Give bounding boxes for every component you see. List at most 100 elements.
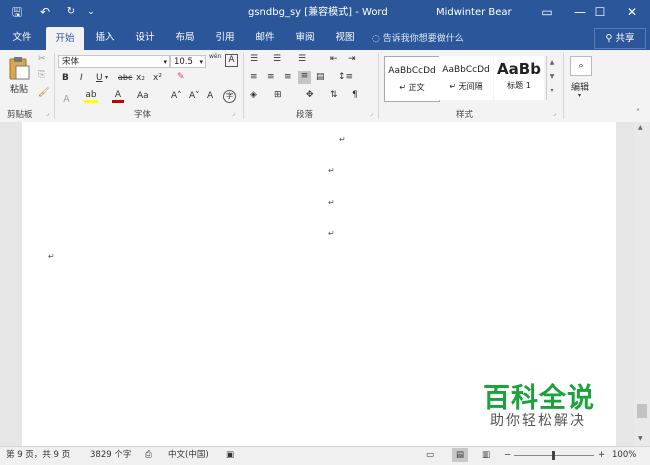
dialog-launcher-icon[interactable]: ⌟	[370, 110, 373, 117]
vertical-scrollbar[interactable]: ▲ ▼	[634, 122, 650, 446]
chevron-down-icon[interactable]: ▾	[163, 56, 167, 69]
tab-file[interactable]: 文件	[5, 25, 39, 50]
paste-button[interactable]	[8, 56, 30, 80]
style-normal[interactable]: AaBbCcDd ↵ 正文	[384, 56, 440, 102]
zoom-slider[interactable]	[514, 451, 594, 460]
multilevel-list-icon[interactable]: ☰	[298, 54, 306, 64]
highlight-button[interactable]: ab	[84, 90, 98, 103]
strikethrough-button[interactable]: abc	[118, 73, 132, 82]
shading-icon[interactable]: ◈	[250, 90, 257, 100]
user-name[interactable]: Midwinter Bear	[436, 0, 512, 25]
distributed-icon[interactable]: ▤	[316, 72, 325, 82]
proofing-icon[interactable]: ⎙	[145, 447, 152, 464]
tab-review[interactable]: 审阅	[288, 25, 322, 50]
line-spacing-icon[interactable]: ↕≡	[338, 72, 353, 82]
tab-home[interactable]: 开始	[46, 27, 84, 50]
grow-font-button[interactable]: A˄	[171, 91, 182, 101]
tab-references[interactable]: 引用	[208, 25, 242, 50]
language-indicator[interactable]: 中文(中国)	[168, 447, 209, 464]
collapse-ribbon-icon[interactable]: ˄	[636, 108, 640, 117]
show-hide-marks-icon[interactable]: ¶	[352, 90, 358, 100]
text-effects-icon[interactable]: Ａ	[62, 92, 71, 105]
zoom-level[interactable]: 100%	[612, 447, 636, 464]
copy-icon[interactable]: ⎘	[38, 70, 45, 80]
macro-record-icon[interactable]: ▣	[226, 447, 234, 464]
style-no-spacing[interactable]: AaBbCcDd ↵ 无间隔	[439, 56, 493, 100]
read-mode-icon[interactable]: ▭	[426, 447, 434, 464]
more-styles-icon[interactable]: ▾	[547, 84, 557, 98]
tab-insert[interactable]: 插入	[88, 25, 122, 50]
paragraph-mark: ↵	[339, 135, 346, 144]
clear-format-button[interactable]: A	[207, 91, 213, 101]
undo-icon[interactable]: ↶	[36, 3, 54, 21]
align-left-icon[interactable]: ≡	[250, 72, 258, 82]
superscript-button[interactable]: x²	[153, 73, 162, 83]
dialog-launcher-icon[interactable]: ⌟	[232, 110, 235, 117]
dialog-launcher-icon[interactable]: ⌟	[553, 110, 556, 117]
ribbon-tabs: 文件 开始 插入 设计 布局 引用 邮件 审阅 视图 ◌ 告诉我你想要做什么 ⚲…	[0, 25, 650, 50]
redo-icon[interactable]: ↻	[62, 3, 80, 21]
format-painter-icon[interactable]: 🖌	[38, 88, 49, 98]
bullets-icon[interactable]: ☰	[250, 54, 258, 64]
change-case-button[interactable]: Aa	[137, 91, 149, 101]
tab-design[interactable]: 设计	[128, 25, 162, 50]
zoom-in-button[interactable]: +	[598, 447, 605, 464]
tab-mailings[interactable]: 邮件	[248, 25, 282, 50]
chevron-down-icon[interactable]: ▾	[105, 74, 108, 81]
styles-scroll[interactable]: ▲ ▼ ▾	[546, 56, 557, 100]
paragraph-mark: ↵	[48, 252, 55, 261]
chevron-down-icon[interactable]: ▼	[547, 70, 557, 84]
dialog-launcher-icon[interactable]: ⌟	[46, 110, 49, 117]
print-layout-icon[interactable]: ▤	[452, 448, 468, 462]
search-icon[interactable]: ⌕	[570, 56, 592, 76]
save-icon[interactable]: 🖫	[8, 3, 26, 21]
underline-button[interactable]: U	[96, 73, 103, 83]
justify-icon[interactable]: ≡	[298, 71, 311, 84]
asian-layout-icon[interactable]: ✥	[306, 90, 314, 100]
font-name-combo[interactable]: 宋体 ▾	[58, 55, 170, 68]
sort-icon[interactable]: ⇅	[330, 90, 338, 100]
zoom-slider-thumb[interactable]	[552, 451, 555, 460]
close-icon[interactable]: ✕	[617, 0, 647, 25]
align-center-icon[interactable]: ≡	[267, 72, 275, 82]
page-count[interactable]: 第 9 页，共 9 页	[6, 447, 70, 464]
character-border-button[interactable]: A	[225, 54, 238, 67]
phonetic-guide-button[interactable]: wén	[209, 53, 221, 60]
scroll-up-icon[interactable]: ▲	[638, 124, 643, 131]
bold-button[interactable]: B	[62, 73, 69, 83]
web-layout-icon[interactable]: ▥	[482, 447, 490, 464]
scrollbar-thumb[interactable]	[637, 404, 647, 418]
align-right-icon[interactable]: ≡	[284, 72, 292, 82]
style-name: 标题 1	[507, 81, 531, 90]
share-button[interactable]: ⚲ 共享	[594, 28, 646, 49]
borders-icon[interactable]: ⊞	[274, 90, 282, 100]
style-heading-1[interactable]: AaBb 标题 1	[494, 56, 544, 100]
font-color-button[interactable]: A	[112, 90, 124, 103]
maximize-icon[interactable]: ☐	[585, 0, 615, 25]
chevron-down-icon[interactable]: ▾	[578, 92, 581, 99]
clear-formatting-icon[interactable]: ✎	[177, 72, 185, 82]
decrease-indent-icon[interactable]: ⇤	[330, 54, 338, 64]
subscript-button[interactable]: x₂	[136, 73, 145, 83]
ribbon-display-options-icon[interactable]: ▭	[532, 0, 562, 25]
chevron-up-icon[interactable]: ▲	[547, 56, 557, 70]
tab-layout[interactable]: 布局	[168, 25, 202, 50]
zoom-out-button[interactable]: −	[504, 447, 511, 464]
font-size-combo[interactable]: 10.5 ▾	[170, 55, 206, 68]
paste-label[interactable]: 粘贴	[6, 82, 32, 95]
increase-indent-icon[interactable]: ⇥	[348, 54, 356, 64]
tab-view[interactable]: 视图	[328, 25, 362, 50]
word-count[interactable]: 3829 个字	[90, 447, 131, 464]
cut-icon[interactable]: ✂	[38, 54, 46, 64]
paragraph-mark: ↵	[328, 229, 335, 238]
group-styles-label: 样式	[456, 110, 474, 120]
shrink-font-button[interactable]: A˅	[189, 91, 200, 101]
italic-button[interactable]: I	[80, 73, 83, 83]
chevron-down-icon[interactable]: ▾	[199, 56, 203, 69]
scroll-down-icon[interactable]: ▼	[638, 435, 643, 442]
tell-me-search[interactable]: ◌ 告诉我你想要做什么	[372, 31, 464, 44]
customize-icon[interactable]: ⌄	[82, 3, 100, 21]
group-paragraph-label: 段落	[296, 110, 314, 120]
enclose-characters-icon[interactable]: 字	[223, 90, 236, 103]
numbering-icon[interactable]: ☰	[273, 54, 281, 64]
